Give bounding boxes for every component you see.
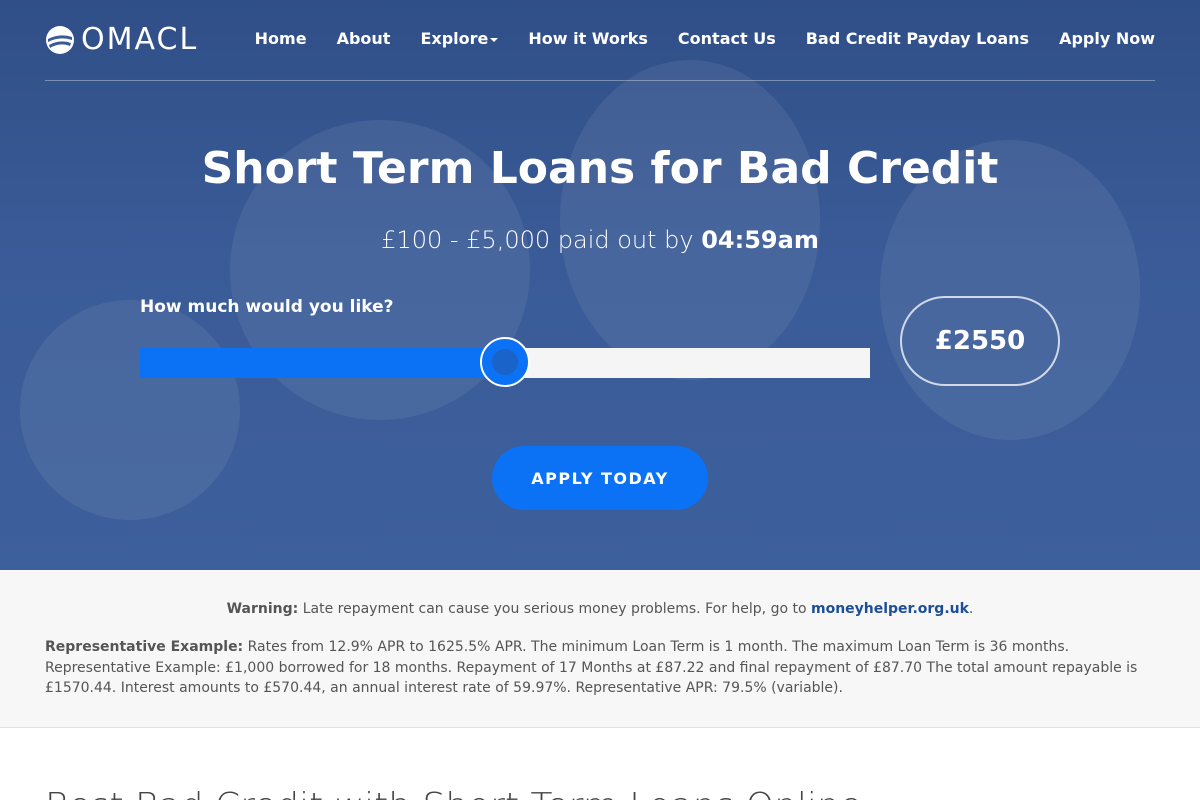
top-navigation: OMACL Home About Explore How it Works Co… bbox=[45, 0, 1155, 81]
slider-fill bbox=[140, 348, 505, 378]
warning-body: Late repayment can cause you serious mon… bbox=[298, 601, 811, 617]
nav-home[interactable]: Home bbox=[255, 29, 307, 48]
moneyhelper-link[interactable]: moneyhelper.org.uk bbox=[811, 601, 969, 617]
nav-explore-label: Explore bbox=[420, 29, 489, 48]
nav-explore-dropdown[interactable]: Explore bbox=[420, 29, 499, 48]
hero-subtitle: £100 - £5,000 paid out by 04:59am bbox=[0, 226, 1200, 254]
apply-today-button[interactable]: APPLY TODAY bbox=[492, 446, 708, 510]
nav-apply-now[interactable]: Apply Now bbox=[1059, 29, 1155, 48]
logo-icon bbox=[46, 26, 74, 54]
slider-handle[interactable] bbox=[480, 337, 530, 387]
representative-example: Representative Example: Rates from 12.9%… bbox=[45, 637, 1155, 699]
payout-time: 04:59am bbox=[701, 226, 819, 254]
warning-end: . bbox=[968, 601, 974, 617]
slider-label: How much would you like? bbox=[140, 297, 394, 317]
disclaimer-section: Warning: Late repayment can cause you se… bbox=[0, 570, 1200, 728]
rep-label: Representative Example: bbox=[45, 639, 244, 655]
loan-amount-slider[interactable] bbox=[140, 337, 870, 387]
nav-menu: Home About Explore How it Works Contact … bbox=[255, 29, 1155, 48]
hero-subtitle-prefix: £100 - £5,000 paid out by bbox=[381, 226, 702, 254]
nav-about[interactable]: About bbox=[337, 29, 391, 48]
site-logo[interactable]: OMACL bbox=[45, 24, 198, 56]
warning-text: Warning: Late repayment can cause you se… bbox=[0, 601, 1200, 617]
loan-amount-display: £2550 bbox=[900, 296, 1060, 386]
slider-handle-dot bbox=[492, 349, 518, 375]
hero-title: Short Term Loans for Bad Credit bbox=[201, 143, 999, 194]
hero-section: OMACL Home About Explore How it Works Co… bbox=[0, 0, 1200, 570]
caret-down-icon bbox=[490, 37, 499, 42]
nav-how-it-works[interactable]: How it Works bbox=[528, 29, 648, 48]
warning-label: Warning: bbox=[226, 601, 299, 617]
nav-contact-us[interactable]: Contact Us bbox=[678, 29, 776, 48]
nav-bad-credit-payday-loans[interactable]: Bad Credit Payday Loans bbox=[806, 29, 1029, 48]
logo-text: OMACL bbox=[81, 22, 199, 57]
section-heading: Best Bad Credit with Short Term Loans On… bbox=[45, 786, 862, 800]
